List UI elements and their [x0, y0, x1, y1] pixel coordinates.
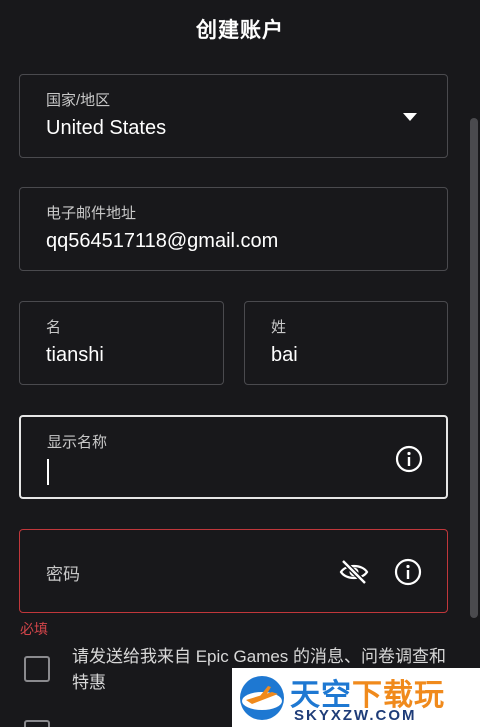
- password-label: 密码: [46, 565, 80, 584]
- scrollbar-thumb[interactable]: [470, 118, 478, 618]
- watermark-logo-icon: [240, 676, 284, 720]
- password-error-message: 必填: [20, 621, 48, 637]
- last-name-field[interactable]: 姓 bai: [244, 301, 448, 385]
- watermark-subtitle: SKYXZW.COM: [294, 707, 417, 724]
- display-name-field[interactable]: 显示名称: [19, 415, 448, 499]
- country-label: 国家/地区: [46, 92, 111, 109]
- info-icon[interactable]: [395, 445, 423, 473]
- eye-off-icon[interactable]: [338, 558, 370, 586]
- display-name-label: 显示名称: [47, 434, 108, 451]
- first-name-value: tianshi: [46, 344, 104, 366]
- first-name-field[interactable]: 名 tianshi: [19, 301, 224, 385]
- terms-checkbox[interactable]: [24, 720, 50, 727]
- last-name-value: bai: [271, 344, 298, 366]
- page-title: 创建账户: [196, 19, 284, 42]
- email-label: 电子邮件地址: [46, 205, 137, 222]
- country-select[interactable]: 国家/地区 United States: [19, 74, 448, 158]
- email-value: qq564517118@gmail.com: [46, 230, 279, 252]
- info-icon[interactable]: [394, 558, 422, 586]
- password-field[interactable]: 密码: [19, 529, 448, 613]
- text-cursor: [47, 459, 49, 485]
- scrollbar[interactable]: [468, 0, 480, 727]
- chevron-down-icon[interactable]: [403, 113, 417, 121]
- consent-checkbox[interactable]: [24, 656, 50, 682]
- watermark: 天空下载玩 SKYXZW.COM: [232, 668, 480, 727]
- email-field[interactable]: 电子邮件地址 qq564517118@gmail.com: [19, 187, 448, 271]
- last-name-label: 姓: [271, 319, 287, 336]
- country-value: United States: [46, 117, 167, 139]
- first-name-label: 名: [46, 319, 62, 336]
